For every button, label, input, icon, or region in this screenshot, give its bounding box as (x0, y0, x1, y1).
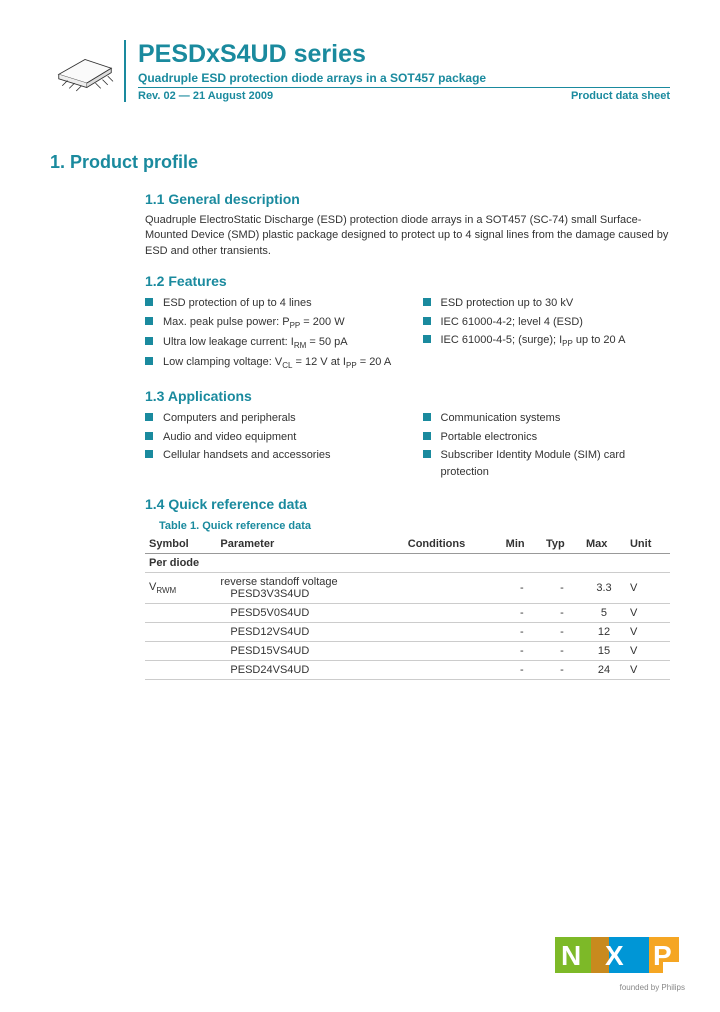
table-1-title: Table 1. Quick reference data (159, 520, 670, 532)
typ-cell: - (542, 642, 582, 661)
symbol-cell: VRWM (145, 573, 216, 604)
unit-cell: V (626, 604, 670, 623)
min-cell: - (502, 623, 542, 642)
table-header-cell: Typ (542, 535, 582, 554)
document-type: Product data sheet (571, 90, 670, 102)
general-description-text: Quadruple ElectroStatic Discharge (ESD) … (145, 213, 670, 259)
max-cell: 15 (582, 642, 626, 661)
symbol-cell (145, 661, 216, 680)
list-item: Audio and video equipment (145, 429, 393, 446)
min-cell: - (502, 604, 542, 623)
min-cell: - (502, 661, 542, 680)
unit-cell: V (626, 642, 670, 661)
param-label: reverse standoff voltage (220, 576, 399, 588)
conditions-cell (404, 604, 502, 623)
max-cell: 5 (582, 604, 626, 623)
table-header-cell: Max (582, 535, 626, 554)
list-item: Low clamping voltage: VCL = 12 V at IPP … (145, 354, 393, 372)
applications-right-list: Communication systems Portable electronic… (423, 410, 671, 480)
footer-logo-area: N X P founded by Philips (555, 934, 685, 992)
typ-cell: - (542, 573, 582, 604)
footer-tagline: founded by Philips (555, 983, 685, 992)
section-1-1-heading: 1.1 General description (145, 191, 670, 207)
table-row: VRWMreverse standoff voltagePESD3V3S4UD -… (145, 573, 670, 604)
list-item: Ultra low leakage current: IRM = 50 pA (145, 334, 393, 352)
features-left-list: ESD protection of up to 4 lines Max. peak… (145, 295, 393, 372)
list-item: ESD protection of up to 4 lines (145, 295, 393, 312)
list-item: Communication systems (423, 410, 671, 427)
typ-cell: - (542, 604, 582, 623)
table-header-cell: Parameter (216, 535, 403, 554)
max-cell: 24 (582, 661, 626, 680)
typ-cell: - (542, 623, 582, 642)
unit-cell: V (626, 661, 670, 680)
features-right-list: ESD protection up to 30 kV IEC 61000-4-2;… (423, 295, 671, 350)
table-header-cell: Symbol (145, 535, 216, 554)
document-subtitle: Quadruple ESD protection diode arrays in… (138, 71, 670, 85)
list-item: Cellular handsets and accessories (145, 447, 393, 464)
svg-text:P: P (653, 940, 672, 971)
svg-text:X: X (605, 940, 624, 971)
section-1-2-heading: 1.2 Features (145, 273, 670, 289)
section-1-3-heading: 1.3 Applications (145, 388, 670, 404)
typ-cell: - (542, 661, 582, 680)
min-cell: - (502, 642, 542, 661)
list-item: Computers and peripherals (145, 410, 393, 427)
max-cell: 12 (582, 623, 626, 642)
list-item: Portable electronics (423, 429, 671, 446)
unit-cell: V (626, 573, 670, 604)
conditions-cell (404, 623, 502, 642)
symbol-cell (145, 623, 216, 642)
document-title: PESDxS4UD series (138, 40, 670, 69)
parameter-cell: PESD12VS4UD (216, 623, 403, 642)
table-row: PESD5V0S4UD--5V (145, 604, 670, 623)
table-header-cell: Conditions (404, 535, 502, 554)
list-item: IEC 61000-4-2; level 4 (ESD) (423, 314, 671, 331)
parameter-cell: reverse standoff voltagePESD3V3S4UD (216, 573, 403, 604)
section-1-heading: 1. Product profile (50, 152, 670, 173)
parameter-cell: PESD15VS4UD (216, 642, 403, 661)
symbol-cell (145, 642, 216, 661)
per-diode-label: Per diode (145, 554, 670, 573)
unit-cell: V (626, 623, 670, 642)
nxp-logo-icon: N X P (555, 934, 685, 980)
table-row: PESD15VS4UD--15V (145, 642, 670, 661)
list-item: Max. peak pulse power: PPP = 200 W (145, 314, 393, 332)
table-header-row: SymbolParameterConditionsMinTypMaxUnit (145, 535, 670, 554)
list-item: IEC 61000-4-5; (surge); IPP up to 20 A (423, 332, 671, 350)
parameter-cell: PESD24VS4UD (216, 661, 403, 680)
quick-reference-table: SymbolParameterConditionsMinTypMaxUnit P… (145, 535, 670, 680)
table-row: PESD12VS4UD--12V (145, 623, 670, 642)
conditions-cell (404, 661, 502, 680)
revision-text: Rev. 02 — 21 August 2009 (138, 90, 273, 102)
list-item: Subscriber Identity Module (SIM) card pr… (423, 447, 671, 480)
applications-left-list: Computers and peripherals Audio and video… (145, 410, 393, 464)
section-1-4-heading: 1.4 Quick reference data (145, 496, 670, 512)
max-cell: 3.3 (582, 573, 626, 604)
conditions-cell (404, 573, 502, 604)
chip-package-icon (50, 40, 120, 100)
symbol-cell (145, 604, 216, 623)
document-header: PESDxS4UD series Quadruple ESD protectio… (50, 40, 670, 102)
svg-text:N: N (561, 940, 581, 971)
min-cell: - (502, 573, 542, 604)
conditions-cell (404, 642, 502, 661)
table-row: PESD24VS4UD--24V (145, 661, 670, 680)
table-header-cell: Unit (626, 535, 670, 554)
list-item: ESD protection up to 30 kV (423, 295, 671, 312)
table-header-cell: Min (502, 535, 542, 554)
parameter-cell: PESD5V0S4UD (216, 604, 403, 623)
